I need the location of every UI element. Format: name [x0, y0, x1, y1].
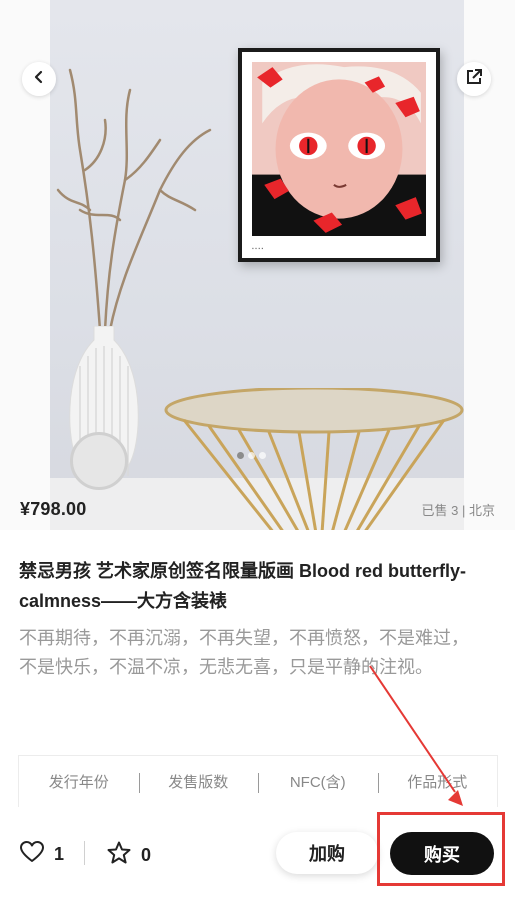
price-row: ¥798.00 已售 3 | 北京 — [0, 488, 515, 530]
carousel-indicator — [237, 452, 266, 459]
bottom-bar-divider — [84, 841, 85, 865]
framed-artwork: ▪ ▪ ▪ ▪ — [238, 48, 440, 262]
product-image-carousel[interactable]: ▪ ▪ ▪ ▪ ¥798.00 已售 3 | 北京 — [0, 0, 515, 530]
attribute-edition-count[interactable]: 发售版数 — [138, 771, 259, 793]
heart-icon — [20, 841, 44, 868]
share-button[interactable] — [457, 62, 491, 96]
attribute-release-year[interactable]: 发行年份 — [19, 771, 139, 792]
attribute-nfc[interactable]: NFC(含) — [258, 771, 378, 793]
back-arrow-icon — [32, 70, 46, 89]
share-icon — [465, 68, 483, 91]
desk-clock — [70, 432, 128, 490]
carousel-dot[interactable] — [237, 452, 244, 459]
artwork-caption-mark: ▪ ▪ ▪ ▪ — [252, 246, 264, 252]
like-count: 1 — [54, 844, 65, 864]
sales-location-info: 已售 3 | 北京 — [421, 502, 495, 518]
attribute-format[interactable]: 作品形式 — [377, 771, 498, 793]
carousel-dot[interactable] — [248, 452, 255, 459]
star-icon — [107, 841, 131, 869]
product-price: ¥798.00 — [20, 498, 87, 519]
attribute-bar: 发行年份 发售版数 NFC(含) 作品形式 — [18, 755, 498, 807]
favorite-count: 0 — [141, 844, 152, 865]
carousel-dot[interactable] — [259, 452, 266, 459]
add-to-cart-button[interactable]: 加购 — [276, 832, 378, 874]
dry-branches — [56, 68, 212, 332]
product-title: 禁忌男孩 艺术家原创签名限量版画 Blood red butterfly-cal… — [19, 561, 466, 611]
artwork-illustration — [252, 62, 426, 236]
product-description: 不再期待，不再沉溺，不再失望，不再愤怒，不是难过，不是快乐，不温不凉，无悲无喜，… — [19, 628, 469, 677]
back-button[interactable] — [22, 62, 56, 96]
like-button[interactable]: 1 — [20, 841, 64, 868]
favorite-button[interactable]: 0 — [107, 841, 151, 869]
buy-button[interactable]: 购买 — [390, 832, 494, 875]
